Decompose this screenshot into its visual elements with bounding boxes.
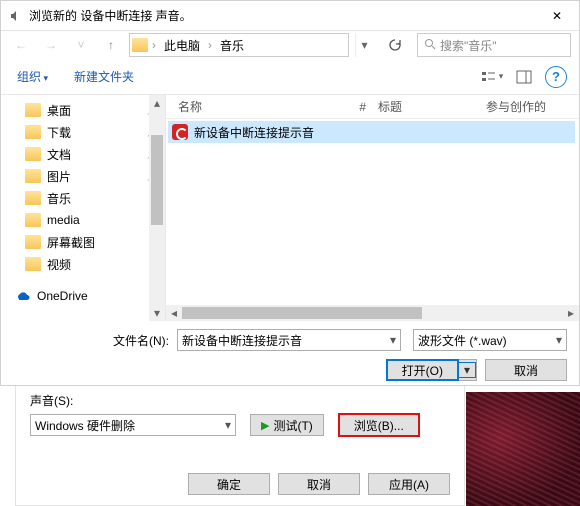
- address-bar: ← → ˅ ↑ › 此电脑 › 音乐 ▾ 搜索"音乐": [1, 31, 579, 59]
- scroll-thumb[interactable]: [151, 135, 163, 225]
- scroll-right-icon[interactable]: ▸: [563, 305, 579, 321]
- open-button[interactable]: 打开(O) ▾: [386, 359, 477, 381]
- folder-icon: [132, 38, 148, 52]
- sound-scheme-combo[interactable]: Windows 硬件删除 ▾: [30, 414, 236, 436]
- column-headers: 名称 # 标题 参与创作的: [166, 95, 579, 119]
- filetype-combo[interactable]: 波形文件 (*.wav) ▾: [413, 329, 567, 351]
- tree-music[interactable]: 音乐: [21, 187, 165, 209]
- sound-properties-dialog: 声音(S): Windows 硬件删除 ▾ ▶ 测试(T) 浏览(B)... 确…: [15, 386, 465, 506]
- col-contributing[interactable]: 参与创作的: [472, 98, 579, 115]
- scroll-left-icon[interactable]: ◂: [166, 305, 182, 321]
- chevron-right-icon: ›: [206, 38, 214, 52]
- file-browse-dialog: 浏览新的 设备中断连接 声音。 ✕ ← → ˅ ↑ › 此电脑 › 音乐 ▾ 搜…: [0, 0, 580, 386]
- cloud-icon: [15, 289, 31, 303]
- audio-file-icon: [172, 124, 188, 140]
- tree-screenshots[interactable]: 屏幕截图: [21, 231, 165, 253]
- toolbar: 组织 新建文件夹 ▾ ?: [1, 59, 579, 95]
- test-button[interactable]: ▶ 测试(T): [250, 414, 324, 436]
- scroll-down-icon[interactable]: ▾: [149, 305, 165, 321]
- organize-menu[interactable]: 组织: [13, 64, 52, 89]
- breadcrumb-thispc[interactable]: 此电脑: [160, 35, 204, 56]
- col-name[interactable]: 名称: [172, 98, 332, 115]
- chevron-down-icon: ▾: [225, 418, 231, 432]
- folder-icon: [25, 257, 41, 271]
- chevron-down-icon[interactable]: ˅: [69, 33, 93, 57]
- open-label[interactable]: 打开(O): [387, 360, 458, 380]
- search-placeholder: 搜索"音乐": [440, 37, 497, 54]
- list-item[interactable]: 新设备中断连接提示音: [168, 121, 575, 143]
- breadcrumb-music[interactable]: 音乐: [216, 35, 248, 56]
- close-button[interactable]: ✕: [535, 1, 579, 31]
- nav-back-button[interactable]: ←: [9, 33, 33, 57]
- open-dropdown[interactable]: ▾: [458, 362, 476, 378]
- breadcrumb[interactable]: › 此电脑 › 音乐: [129, 33, 349, 57]
- scroll-thumb[interactable]: [182, 307, 422, 319]
- nav-up-button[interactable]: ↑: [99, 33, 123, 57]
- list-hscrollbar[interactable]: ◂ ▸: [166, 305, 579, 321]
- play-icon: ▶: [261, 419, 269, 432]
- nav-forward-button[interactable]: →: [39, 33, 63, 57]
- browse-button[interactable]: 浏览(B)...: [338, 413, 420, 437]
- file-name: 新设备中断连接提示音: [194, 124, 314, 141]
- col-number[interactable]: #: [332, 100, 372, 114]
- tree-thispc[interactable]: 此电脑: [15, 317, 165, 321]
- browse-label: 浏览(B)...: [354, 417, 404, 434]
- tree-videos[interactable]: 视频: [21, 253, 165, 275]
- filetype-value: 波形文件 (*.wav): [418, 332, 507, 349]
- folder-icon: [25, 147, 41, 161]
- chevron-down-icon[interactable]: ▾: [556, 333, 562, 347]
- apply-button[interactable]: 应用(A): [368, 473, 450, 495]
- tree-downloads[interactable]: 下载📌: [21, 121, 165, 143]
- search-icon: [424, 38, 436, 53]
- scroll-up-icon[interactable]: ▴: [149, 95, 165, 111]
- refresh-button[interactable]: [383, 33, 407, 57]
- cancel-label: 取消: [514, 362, 538, 379]
- tree-documents[interactable]: 文档📌: [21, 143, 165, 165]
- tree-desktop[interactable]: 桌面📌: [21, 99, 165, 121]
- dialog-footer: 文件名(N): ▾ 波形文件 (*.wav) ▾ 打开(O) ▾ 取消: [1, 321, 579, 381]
- tree-media[interactable]: media: [21, 209, 165, 231]
- chevron-down-icon[interactable]: ▾: [390, 333, 396, 347]
- filename-field[interactable]: [182, 333, 396, 347]
- search-input[interactable]: 搜索"音乐": [417, 33, 571, 57]
- preview-pane-button[interactable]: [511, 65, 537, 89]
- titlebar: 浏览新的 设备中断连接 声音。 ✕: [1, 1, 579, 31]
- tree-pictures[interactable]: 图片📌: [21, 165, 165, 187]
- chevron-right-icon: ›: [150, 38, 158, 52]
- new-folder-button[interactable]: 新建文件夹: [70, 64, 138, 89]
- help-button[interactable]: ?: [545, 66, 567, 88]
- test-label: 测试(T): [273, 417, 312, 434]
- desktop-wallpaper: [466, 392, 580, 506]
- folder-icon: [25, 191, 41, 205]
- speaker-icon: [9, 9, 23, 23]
- folder-icon: [25, 125, 41, 139]
- sound-scheme-value: Windows 硬件删除: [35, 417, 135, 434]
- window-title: 浏览新的 设备中断连接 声音。: [29, 7, 192, 24]
- folder-icon: [25, 103, 41, 117]
- cancel-button[interactable]: 取消: [278, 473, 360, 495]
- folder-icon: [25, 169, 41, 183]
- col-title[interactable]: 标题: [372, 98, 472, 115]
- folder-icon: [25, 213, 41, 227]
- address-dropdown[interactable]: ▾: [355, 33, 373, 57]
- cancel-button[interactable]: 取消: [485, 359, 567, 381]
- nav-tree: 桌面📌 下载📌 文档📌 图片📌 音乐 media 屏幕截图 视频 OneDriv…: [1, 95, 166, 321]
- file-list: 名称 # 标题 参与创作的 新设备中断连接提示音 ◂ ▸: [166, 95, 579, 321]
- filename-input[interactable]: ▾: [177, 329, 401, 351]
- tree-onedrive[interactable]: OneDrive: [15, 285, 165, 307]
- ok-button[interactable]: 确定: [188, 473, 270, 495]
- view-mode-button[interactable]: ▾: [479, 65, 505, 89]
- folder-icon: [25, 235, 41, 249]
- sound-label: 声音(S):: [30, 392, 450, 409]
- tree-scrollbar[interactable]: ▴ ▾: [149, 95, 165, 321]
- filename-label: 文件名(N):: [89, 332, 171, 349]
